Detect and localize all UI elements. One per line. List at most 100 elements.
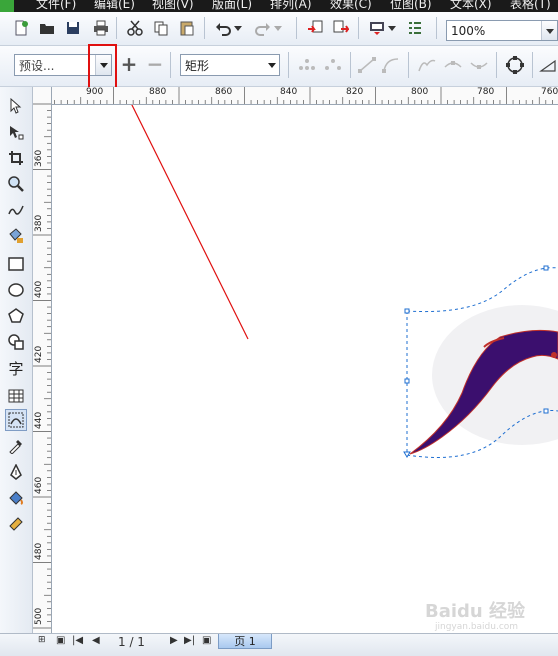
menu-bitmaps[interactable]: 位图(B) xyxy=(390,0,432,12)
add-page-after-icon[interactable]: ▣ xyxy=(202,635,211,646)
application-launcher-icon[interactable] xyxy=(366,17,388,39)
smooth-node-icon[interactable] xyxy=(442,54,464,76)
paste-icon[interactable] xyxy=(176,17,198,39)
last-page-icon[interactable]: ▶| xyxy=(184,635,195,646)
first-page-icon[interactable]: |◀ xyxy=(72,635,83,646)
undo-icon[interactable] xyxy=(212,17,234,39)
table-tool-icon[interactable] xyxy=(5,385,27,407)
envelope-tool-icon[interactable] xyxy=(5,409,27,431)
separator xyxy=(436,17,437,39)
cut-icon[interactable] xyxy=(124,17,146,39)
symmetrical-node-icon[interactable] xyxy=(468,54,490,76)
drawing-canvas[interactable] xyxy=(52,105,558,633)
previous-page-icon[interactable]: ◀ xyxy=(92,635,100,646)
options-icon[interactable] xyxy=(404,17,426,39)
separator xyxy=(116,17,117,39)
watermark-url: jingyan.baidu.com xyxy=(435,622,519,632)
undo-dropdown-icon[interactable] xyxy=(232,17,244,39)
copy-icon[interactable] xyxy=(150,17,172,39)
remove-preset-button[interactable]: − xyxy=(144,52,166,76)
launcher-dropdown-icon[interactable] xyxy=(386,17,398,39)
new-icon[interactable] xyxy=(10,17,32,39)
outline-pen-tool-icon[interactable] xyxy=(5,461,27,483)
page-tab-1[interactable]: 页 1 xyxy=(218,634,272,649)
shape-tool-icon[interactable] xyxy=(5,121,27,143)
eyedropper-tool-icon[interactable] xyxy=(5,435,27,457)
ruler-label: 800 xyxy=(411,87,429,97)
menu-file[interactable]: 文件(F) xyxy=(36,0,76,12)
menu-effects[interactable]: 效果(C) xyxy=(330,0,372,12)
open-icon[interactable] xyxy=(36,17,58,39)
convert-to-curve-icon[interactable] xyxy=(380,54,402,76)
menu-layout[interactable]: 版面(L) xyxy=(212,0,252,12)
toolbox: 字 xyxy=(0,87,33,633)
page-options-icon[interactable]: ⊞ xyxy=(38,635,46,645)
separator xyxy=(296,17,297,39)
page-navigator-bar: ⊞ ▣ |◀ ◀ 1 / 1 ▶ ▶| ▣ 页 1 xyxy=(0,633,558,656)
zoom-tool-icon[interactable] xyxy=(5,173,27,195)
watermark-logo: Baidu 经验 xyxy=(425,601,526,622)
fill-tool-icon[interactable] xyxy=(5,487,27,509)
text-tool-icon[interactable]: 字 xyxy=(5,357,27,379)
ruler-label: 380 xyxy=(34,214,44,232)
separator xyxy=(532,52,533,78)
freehand-tool-icon[interactable] xyxy=(5,199,27,221)
redo-dropdown-icon[interactable] xyxy=(272,17,284,39)
cusp-node-icon[interactable] xyxy=(416,54,438,76)
separator xyxy=(288,52,289,78)
export-icon[interactable] xyxy=(330,17,352,39)
menu-bar: 文件(F) 编辑(E) 视图(V) 版面(L) 排列(A) 效果(C) 位图(B… xyxy=(0,0,558,12)
ruler-label: 500 xyxy=(34,607,44,625)
menu-view[interactable]: 视图(V) xyxy=(152,0,194,12)
select-all-nodes-icon[interactable] xyxy=(504,54,526,76)
convert-to-line-icon[interactable] xyxy=(356,54,378,76)
ruler-label: 400 xyxy=(34,280,44,298)
annotation-highlight-box xyxy=(88,44,117,89)
zoom-level-combo[interactable]: 100% xyxy=(446,20,558,41)
chevron-down-icon[interactable] xyxy=(264,55,279,75)
ruler-label: 840 xyxy=(280,87,298,97)
add-preset-button[interactable]: + xyxy=(118,52,140,76)
envelope-mode-combo[interactable]: 矩形 xyxy=(180,54,280,76)
ellipse-tool-icon[interactable] xyxy=(5,279,27,301)
property-bar: 预设... + − 矩形 xyxy=(0,46,558,87)
next-page-icon[interactable]: ▶ xyxy=(170,635,178,646)
ruler-label: 440 xyxy=(34,411,44,429)
envelope-preset-value: 预设... xyxy=(19,58,55,73)
separator xyxy=(170,52,171,78)
standard-toolbar: 100% xyxy=(0,12,558,46)
redo-icon[interactable] xyxy=(252,17,274,39)
envelope-straight-line-mode-icon[interactable] xyxy=(538,54,558,76)
menu-table[interactable]: 表格(T) xyxy=(510,0,551,12)
separator xyxy=(204,17,205,39)
save-icon[interactable] xyxy=(62,17,84,39)
ruler-label: 420 xyxy=(34,345,44,363)
polygon-tool-icon[interactable] xyxy=(5,305,27,327)
menu-text[interactable]: 文本(X) xyxy=(450,0,492,12)
add-page-before-icon[interactable]: ▣ xyxy=(56,635,65,646)
menu-arrange[interactable]: 排列(A) xyxy=(270,0,312,12)
pick-tool-icon[interactable] xyxy=(5,95,27,117)
ruler-label: 760 xyxy=(541,87,558,97)
ruler-label: 480 xyxy=(34,542,44,560)
shape-accent xyxy=(551,352,557,358)
import-icon[interactable] xyxy=(304,17,326,39)
menu-edit[interactable]: 编辑(E) xyxy=(94,0,135,12)
print-icon[interactable] xyxy=(90,17,112,39)
separator xyxy=(350,52,351,78)
ruler-label: 860 xyxy=(215,87,233,97)
basic-shapes-tool-icon[interactable] xyxy=(5,331,27,353)
add-node-icon[interactable] xyxy=(296,54,318,76)
rectangle-tool-icon[interactable] xyxy=(5,253,27,275)
ruler-label: 360 xyxy=(34,149,44,167)
crop-tool-icon[interactable] xyxy=(5,147,27,169)
smart-fill-tool-icon[interactable] xyxy=(5,225,27,247)
envelope-mode-value: 矩形 xyxy=(185,58,210,73)
vertical-ruler[interactable]: 360 380 400 420 440 460 480 500 xyxy=(33,87,52,633)
chevron-down-icon[interactable] xyxy=(541,21,557,40)
delete-node-icon[interactable] xyxy=(322,54,344,76)
ruler-label: 780 xyxy=(477,87,495,97)
horizontal-ruler[interactable]: 900 880 860 840 820 800 780 760 xyxy=(52,87,558,105)
interactive-fill-tool-icon[interactable] xyxy=(5,513,27,535)
page-counter: 1 / 1 xyxy=(118,635,145,649)
